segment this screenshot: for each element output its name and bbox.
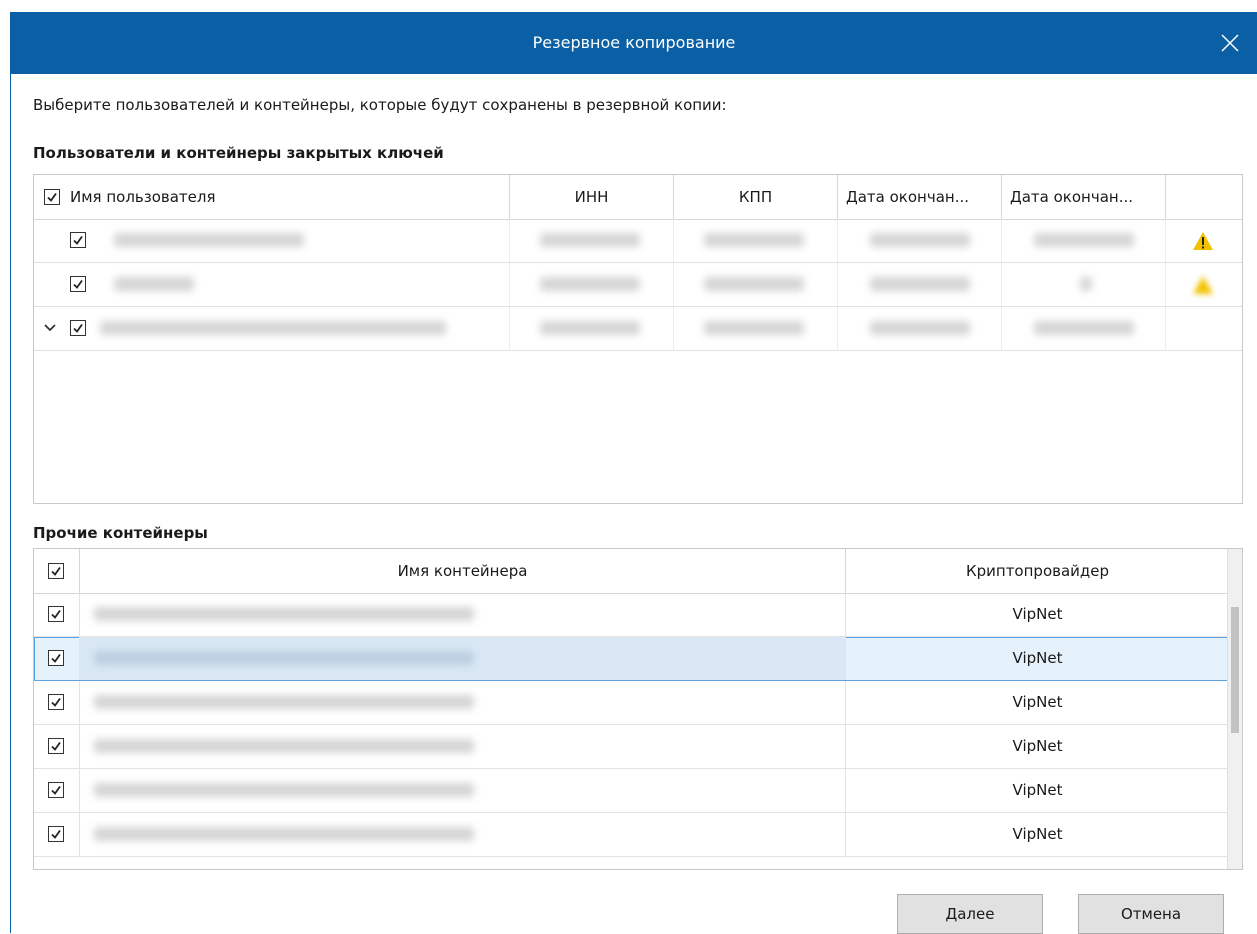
redacted-date bbox=[870, 277, 970, 291]
close-button[interactable] bbox=[1203, 12, 1257, 74]
column-user-name[interactable]: Имя пользователя bbox=[34, 175, 510, 219]
row-checkbox[interactable] bbox=[48, 826, 64, 842]
crypto-provider-cell: VipNet bbox=[1012, 605, 1063, 623]
checkmark-icon bbox=[47, 192, 57, 202]
redacted-container-name bbox=[94, 783, 474, 797]
redacted-container-name bbox=[94, 695, 474, 709]
redacted-date bbox=[1034, 321, 1134, 335]
table-row[interactable]: VipNet bbox=[34, 769, 1229, 813]
checkmark-icon bbox=[51, 785, 61, 795]
checkmark-icon bbox=[51, 653, 61, 663]
crypto-provider-cell: VipNet bbox=[1012, 781, 1063, 799]
redacted-date bbox=[1080, 277, 1092, 291]
warning-icon bbox=[1192, 275, 1214, 295]
redacted-container-name bbox=[94, 607, 474, 621]
scrollbar-thumb[interactable] bbox=[1231, 607, 1239, 733]
redacted-container-name bbox=[94, 651, 474, 665]
redacted-user-name bbox=[100, 321, 446, 335]
table-row[interactable] bbox=[34, 263, 1242, 307]
users-section-title: Пользователи и контейнеры закрытых ключе… bbox=[33, 144, 444, 162]
redacted-container-name bbox=[94, 827, 474, 841]
window-title: Резервное копирование bbox=[532, 33, 736, 52]
row-checkbox[interactable] bbox=[70, 232, 86, 248]
redacted-kpp bbox=[704, 233, 804, 247]
row-checkbox[interactable] bbox=[48, 782, 64, 798]
column-inn[interactable]: ИНН bbox=[510, 175, 674, 219]
row-checkbox[interactable] bbox=[48, 694, 64, 710]
checkmark-icon bbox=[51, 829, 61, 839]
row-checkbox[interactable] bbox=[48, 606, 64, 622]
checkmark-icon bbox=[51, 697, 61, 707]
users-table-header: Имя пользователя ИНН КПП Дата окончан...… bbox=[34, 175, 1242, 220]
redacted-inn bbox=[540, 277, 640, 291]
table-row[interactable]: VipNet bbox=[34, 813, 1229, 857]
row-checkbox[interactable] bbox=[70, 276, 86, 292]
warning-icon bbox=[1193, 232, 1213, 250]
checkmark-icon bbox=[73, 279, 83, 289]
select-all-users-checkbox[interactable] bbox=[44, 189, 60, 205]
chevron-down-icon[interactable] bbox=[44, 324, 56, 332]
close-icon bbox=[1221, 34, 1239, 52]
column-user-name-label: Имя пользователя bbox=[70, 188, 216, 206]
checkmark-icon bbox=[51, 566, 61, 576]
table-row[interactable] bbox=[34, 307, 1242, 351]
containers-scrollbar[interactable] bbox=[1227, 549, 1242, 869]
select-all-containers-cell[interactable] bbox=[34, 549, 80, 593]
row-checkbox[interactable] bbox=[48, 738, 64, 754]
column-container-name[interactable]: Имя контейнера bbox=[80, 549, 846, 593]
instruction-text: Выберите пользователей и контейнеры, кот… bbox=[33, 96, 727, 114]
crypto-provider-cell: VipNet bbox=[1012, 693, 1063, 711]
checkmark-icon bbox=[73, 235, 83, 245]
users-table: Имя пользователя ИНН КПП Дата окончан...… bbox=[33, 174, 1243, 504]
containers-section-title: Прочие контейнеры bbox=[33, 524, 208, 542]
crypto-provider-cell: VipNet bbox=[1012, 737, 1063, 755]
containers-table: Имя контейнера Криптопровайдер VipNet Vi… bbox=[33, 548, 1243, 870]
table-row[interactable]: VipNet bbox=[34, 637, 1229, 681]
table-row[interactable] bbox=[34, 219, 1242, 263]
checkmark-icon bbox=[51, 609, 61, 619]
redacted-date bbox=[870, 233, 970, 247]
backup-dialog: Резервное копирование Выберите пользоват… bbox=[10, 12, 1257, 934]
redacted-container-name bbox=[94, 739, 474, 753]
column-end-date-2[interactable]: Дата окончан... bbox=[1002, 175, 1166, 219]
column-status bbox=[1166, 175, 1242, 219]
checkmark-icon bbox=[51, 741, 61, 751]
table-row[interactable]: VipNet bbox=[34, 681, 1229, 725]
title-bar: Резервное копирование bbox=[11, 12, 1257, 74]
table-row[interactable]: VipNet bbox=[34, 725, 1229, 769]
redacted-date bbox=[1034, 233, 1134, 247]
redacted-inn bbox=[540, 321, 640, 335]
select-all-containers-checkbox[interactable] bbox=[48, 563, 64, 579]
table-row[interactable]: VipNet bbox=[34, 593, 1229, 637]
crypto-provider-cell: VipNet bbox=[1012, 825, 1063, 843]
column-crypto-provider[interactable]: Криптопровайдер bbox=[846, 549, 1229, 593]
column-end-date-1[interactable]: Дата окончан... bbox=[838, 175, 1002, 219]
redacted-inn bbox=[540, 233, 640, 247]
row-checkbox[interactable] bbox=[48, 650, 64, 666]
checkmark-icon bbox=[73, 323, 83, 333]
cancel-button[interactable]: Отмена bbox=[1078, 894, 1224, 934]
row-checkbox[interactable] bbox=[70, 320, 86, 336]
redacted-user-name bbox=[114, 277, 194, 291]
next-button[interactable]: Далее bbox=[897, 894, 1043, 934]
redacted-date bbox=[870, 321, 970, 335]
containers-table-header: Имя контейнера Криптопровайдер bbox=[34, 549, 1229, 594]
redacted-kpp bbox=[704, 277, 804, 291]
crypto-provider-cell: VipNet bbox=[1012, 649, 1063, 667]
redacted-kpp bbox=[704, 321, 804, 335]
redacted-user-name bbox=[114, 233, 304, 247]
column-kpp[interactable]: КПП bbox=[674, 175, 838, 219]
